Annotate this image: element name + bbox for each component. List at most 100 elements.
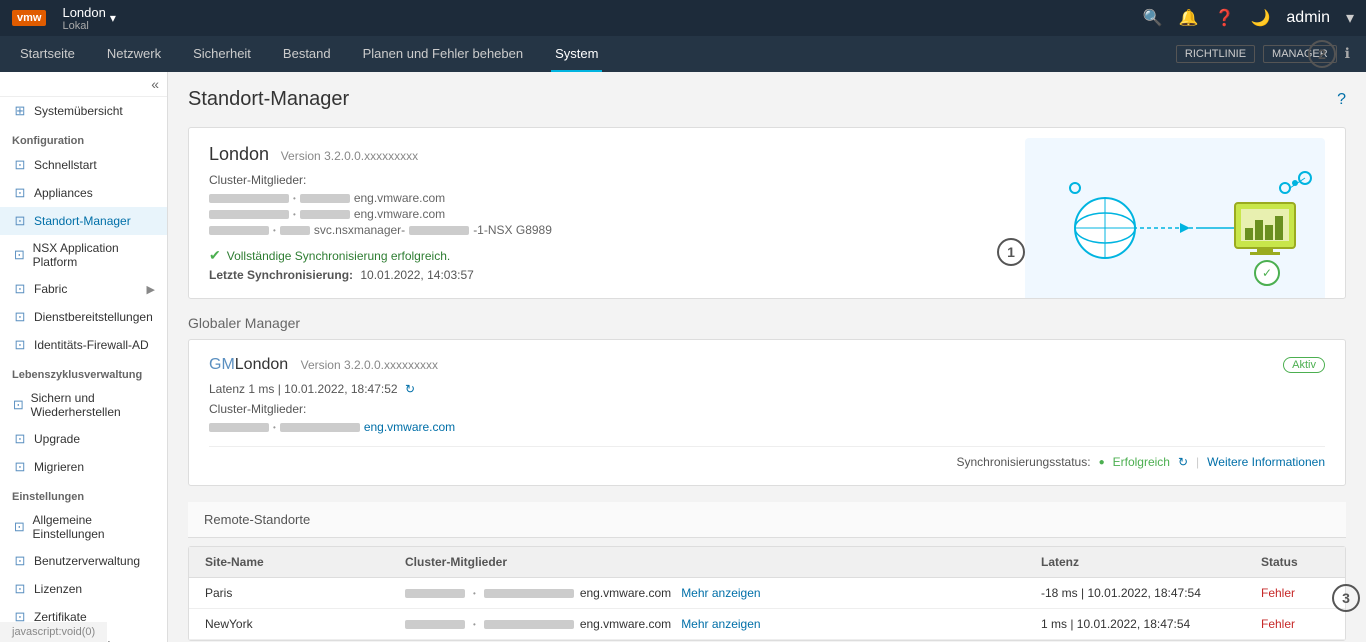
sidebar-label: Allgemeine Einstellungen [33,513,155,541]
check-icon: ✔ [209,247,221,264]
sidebar-section-konfiguration: Konfiguration [0,125,167,151]
local-site-version: Version 3.2.0.0.xxxxxxxxx [281,149,418,163]
row-paris-status: Fehler [1245,578,1345,608]
dot-icon: • [473,620,476,629]
upgrade-icon: ⊡ [12,431,28,447]
nav-bestand[interactable]: Bestand [279,36,335,72]
newyork-more-link[interactable]: Mehr anzeigen [681,617,760,631]
expand-icon: ▶ [147,283,155,296]
pipe-separator: | [1196,455,1199,469]
gm-latency: Latenz 1 ms | 10.01.2022, 18:47:52 ↻ [209,382,1325,396]
newyork-ip-blurred [405,620,465,629]
sync-refresh-icon[interactable]: ↻ [1178,455,1188,469]
info-icon[interactable]: ℹ [1345,45,1350,63]
row-newyork-members: • eng.vmware.com Mehr anzeigen [389,609,1025,639]
gm-member-link[interactable]: eng.vmware.com [364,420,455,434]
sidebar-item-identitaet[interactable]: ⊡ Identitäts-Firewall-AD [0,331,167,359]
sidebar-item-allgemeine[interactable]: ⊡ Allgemeine Einstellungen [0,507,167,547]
global-manager-section-title: Globaler Manager [188,315,1346,331]
migrieren-icon: ⊡ [12,459,28,475]
svg-text:✓: ✓ [1262,266,1272,280]
member-host-blurred [300,194,350,203]
nav-netzwerk[interactable]: Netzwerk [103,36,165,72]
badge-1: 1 [997,238,1025,266]
refresh-icon[interactable]: ↻ [405,382,415,396]
global-manager-card: GMLondon Version 3.2.0.0.xxxxxxxxx Aktiv… [188,339,1346,486]
search-icon[interactable]: 🔍 [1143,8,1163,28]
sidebar-collapse-button[interactable]: « [0,72,167,97]
sidebar-item-dienstbereitstellungen[interactable]: ⊡ Dienstbereitstellungen [0,303,167,331]
page-help-icon[interactable]: ? [1337,91,1346,109]
sidebar-label: Schnellstart [34,158,97,172]
gm-name-version: GMLondon Version 3.2.0.0.xxxxxxxxx [209,356,438,374]
sidebar-label: Upgrade [34,432,80,446]
sidebar-label: Benutzerverwaltung [34,554,140,568]
gm-member-row: • eng.vmware.com [209,420,1325,434]
gm-header: GMLondon Version 3.2.0.0.xxxxxxxxx Aktiv [209,356,1325,374]
col-status: Status [1245,547,1345,577]
sidebar-item-migrieren[interactable]: ⊡ Migrieren [0,453,167,481]
sync-dot-icon: ● [1099,457,1105,468]
page-title: Standort-Manager [188,88,349,111]
sidebar-item-systemuebersicht[interactable]: ⊞ Systemübersicht [0,97,167,125]
help-icon[interactable]: ❓ [1215,8,1235,28]
sidebar-item-schnellstart[interactable]: ⊡ Schnellstart [0,151,167,179]
nav-system[interactable]: System [551,36,602,72]
richtlinie-button[interactable]: RICHTLINIE [1176,45,1255,63]
dot-icon: • [293,210,296,219]
identitaet-icon: ⊡ [12,337,28,353]
sidebar-item-fabric[interactable]: ⊡ Fabric ▶ [0,275,167,303]
member-ip-blurred [209,210,289,219]
location-sub: Lokal [62,20,105,32]
sichern-icon: ⊡ [12,397,25,413]
sidebar-label: Migrieren [34,460,84,474]
sidebar-item-benutzer[interactable]: ⊡ Benutzerverwaltung [0,547,167,575]
dot-icon: • [273,423,276,432]
gm-host-blurred [280,423,360,432]
nav-sicherheit[interactable]: Sicherheit [189,36,255,72]
sidebar-item-appliances[interactable]: ⊡ Appliances [0,179,167,207]
sidebar-label: Fabric [34,282,67,296]
remote-sites-title: Remote-Standorte [188,502,1346,538]
sidebar-item-upgrade[interactable]: ⊡ Upgrade [0,425,167,453]
fabric-icon: ⊡ [12,281,28,297]
sidebar: « ⊞ Systemübersicht Konfiguration ⊡ Schn… [0,72,168,642]
gm-status-badge: Aktiv [1283,357,1325,373]
gm-name: GMLondon [209,356,293,373]
sidebar-item-lizenzen[interactable]: ⊡ Lizenzen [0,575,167,603]
row-newyork-latency: 1 ms | 10.01.2022, 18:47:54 [1025,609,1245,639]
table-row: NewYork • eng.vmware.com Mehr anzeigen 1… [189,609,1345,640]
admin-label[interactable]: admin [1286,9,1330,27]
moon-icon[interactable]: 🌙 [1250,8,1270,28]
local-site-name: London [209,144,269,164]
chevron-down-icon[interactable]: ▾ [1346,8,1354,28]
sidebar-label: Systemübersicht [34,104,123,118]
sidebar-label: Dienstbereitstellungen [34,310,153,324]
footer-text: javascript:void(0) [0,622,107,642]
sidebar-item-standort-manager[interactable]: ⊡ Standort-Manager [0,207,167,235]
table-header: Site-Name Cluster-Mitglieder Latenz Stat… [189,547,1345,578]
sidebar-item-sichern[interactable]: ⊡ Sichern und Wiederherstellen [0,385,167,425]
systemuebersicht-icon: ⊞ [12,103,28,119]
nav-planen[interactable]: Planen und Fehler beheben [359,36,527,72]
sync-status: Erfolgreich [1113,455,1170,469]
content-area: Standort-Manager ? London Version 3.2.0.… [168,72,1366,642]
dot-icon: • [293,194,296,203]
location-selector[interactable]: London Lokal ▾ [62,5,115,32]
paris-suffix: eng.vmware.com [580,586,671,600]
nav-startseite[interactable]: Startseite [16,36,79,72]
remote-sites-table: Site-Name Cluster-Mitglieder Latenz Stat… [188,546,1346,641]
more-info-link[interactable]: Weitere Informationen [1207,455,1325,469]
last-sync-label: Letzte Synchronisierung: [209,268,353,282]
diagram-container: ✓ [1025,138,1325,299]
paris-more-link[interactable]: Mehr anzeigen [681,586,760,600]
sidebar-label: Sichern und Wiederherstellen [31,391,155,419]
last-sync-value: 10.01.2022, 14:03:57 [360,268,473,282]
row-paris-latency: -18 ms | 10.01.2022, 18:47:54 [1025,578,1245,608]
sidebar-section-lebenszyklus: Lebenszyklus­verwaltung [0,359,167,385]
bell-icon[interactable]: 🔔 [1179,8,1199,28]
member-host-blurred3 [409,226,469,235]
table-row: Paris • eng.vmware.com Mehr anzeigen -18… [189,578,1345,609]
sidebar-item-nsx-platform[interactable]: ⊡ NSX Application Platform [0,235,167,275]
member-nsxg: -1-NSX G8989 [473,223,552,237]
